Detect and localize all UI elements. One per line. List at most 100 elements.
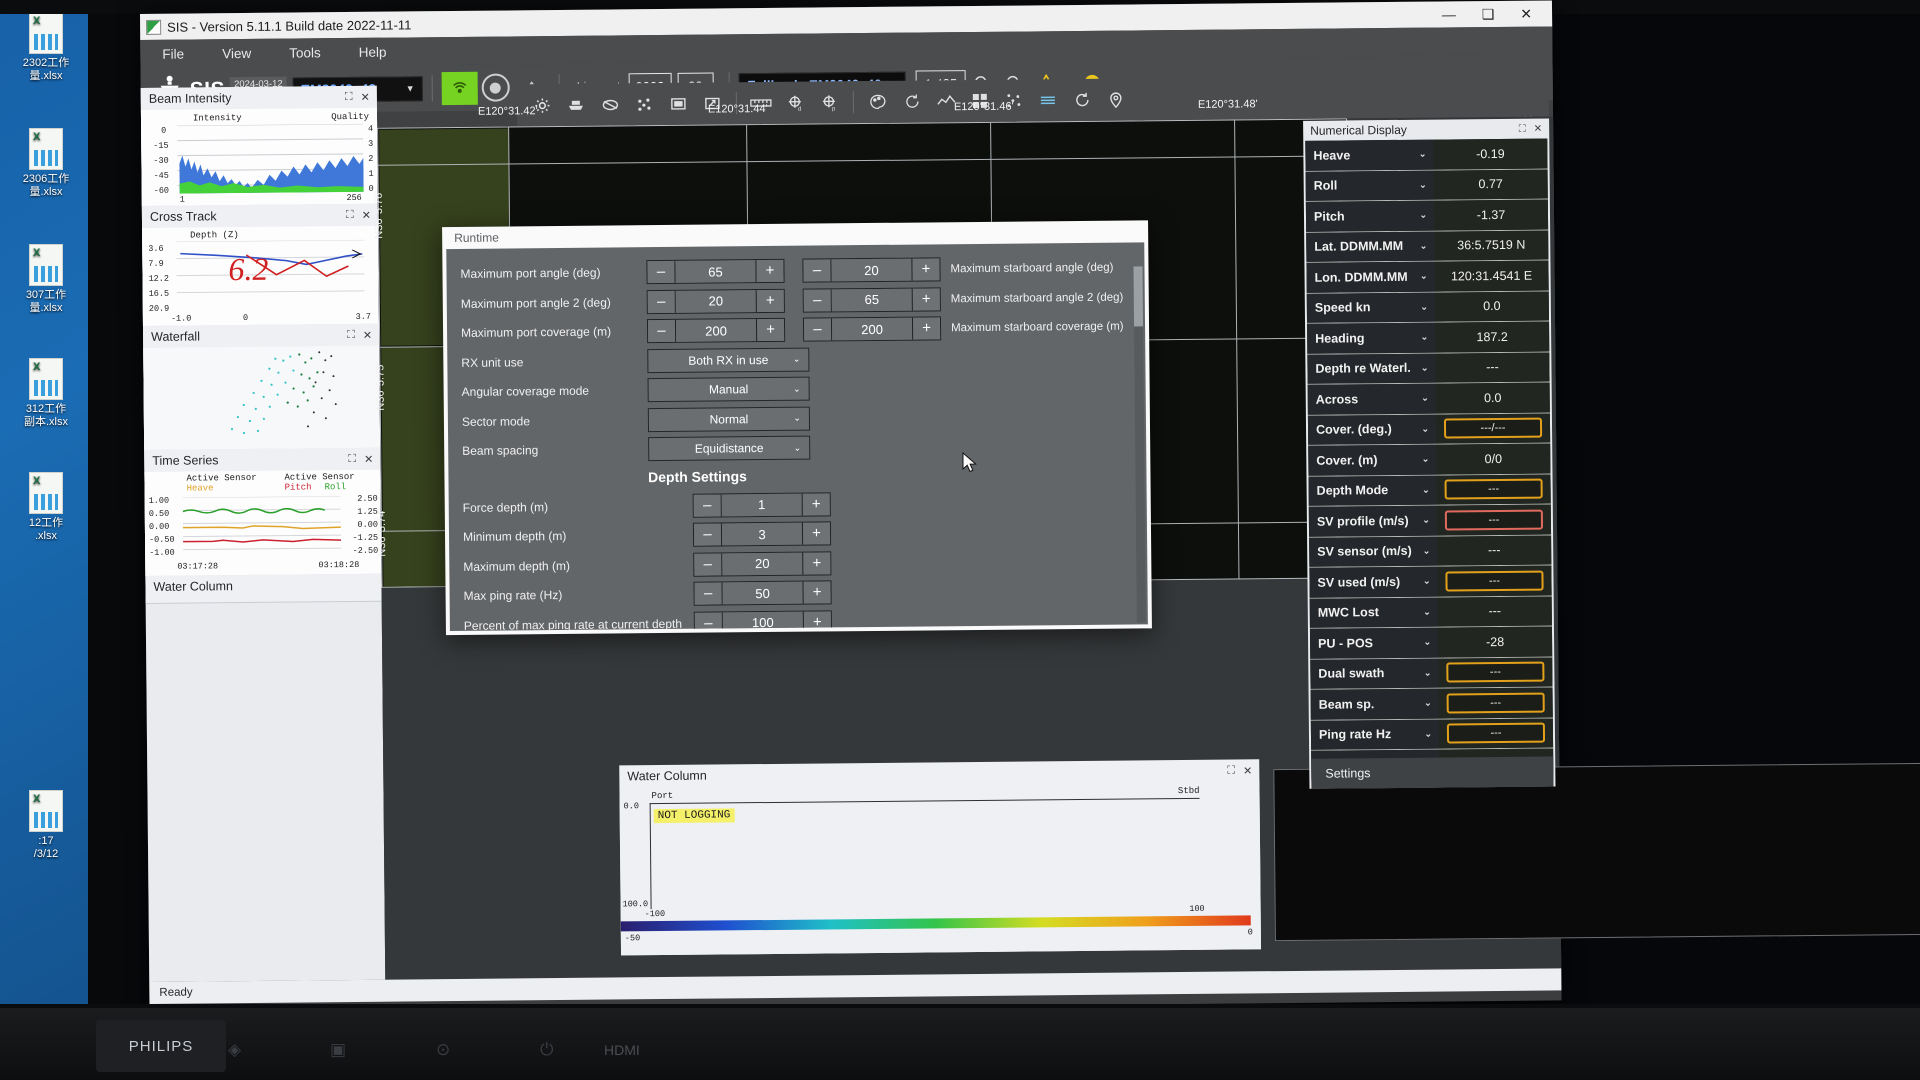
numerical-row-key[interactable]: Beam sp. ⌄	[1310, 688, 1439, 720]
desktop-icon-xlsx[interactable]: 2306工作 量.xlsx	[4, 128, 88, 199]
depth-value[interactable]: 50	[722, 581, 803, 605]
depth-value[interactable]: 1	[721, 493, 802, 517]
numerical-row-key[interactable]: Roll ⌄	[1305, 170, 1434, 201]
expand-icon[interactable]: ⛶	[346, 208, 354, 221]
rectangle-icon[interactable]	[661, 89, 695, 119]
runtime-select[interactable]: Normal ⌄	[647, 406, 811, 432]
starboard-spinner[interactable]: –200 +	[802, 316, 942, 342]
chevron-down-icon[interactable]: ⌄	[1419, 149, 1427, 160]
depth-spinner[interactable]: –100 +	[693, 610, 832, 632]
numerical-row-key[interactable]: Cover. (m) ⌄	[1308, 444, 1437, 476]
expand-icon[interactable]: ⛶	[345, 90, 353, 103]
chevron-down-icon[interactable]: ⌄	[1421, 423, 1429, 434]
close-button[interactable]: ✕	[1520, 5, 1532, 22]
decrement-button[interactable]: –	[803, 259, 832, 282]
depth-spinner[interactable]: –50 +	[693, 580, 832, 606]
scrollbar-thumb[interactable]	[1133, 266, 1144, 327]
numerical-row-key[interactable]: SV sensor (m/s) ⌄	[1309, 536, 1438, 567]
chevron-down-icon[interactable]: ⌄	[1419, 210, 1427, 221]
minimize-button[interactable]: —	[1442, 6, 1456, 23]
port-spinner[interactable]: –200 +	[646, 318, 786, 344]
numerical-row-key[interactable]: PU - POS ⌄	[1309, 627, 1439, 659]
expand-icon[interactable]: ⛶	[347, 328, 355, 341]
starboard-value[interactable]: 65	[831, 288, 912, 312]
close-icon[interactable]: ✕	[1534, 123, 1542, 134]
numerical-row-key[interactable]: Across ⌄	[1307, 383, 1436, 415]
port-value[interactable]: 200	[675, 319, 757, 343]
starboard-spinner[interactable]: –20 +	[802, 257, 941, 283]
position-marker-icon[interactable]: p	[812, 87, 846, 117]
runtime-select[interactable]: Both RX in use ⌄	[647, 347, 810, 373]
chevron-down-icon[interactable]: ⌄	[1422, 515, 1430, 526]
depth-marker-icon[interactable]: d	[778, 88, 812, 118]
numerical-row-key[interactable]: SV used (m/s) ⌄	[1309, 566, 1438, 598]
decrement-button[interactable]: –	[803, 289, 832, 312]
numerical-row-key[interactable]: Dual swath ⌄	[1310, 658, 1439, 689]
increment-button[interactable]: +	[755, 289, 784, 312]
chevron-down-icon[interactable]: ⌄	[1424, 667, 1432, 678]
decrement-button[interactable]: –	[694, 612, 723, 632]
numerical-row-key[interactable]: Depth Mode ⌄	[1308, 475, 1437, 506]
numerical-row-key[interactable]: Pitch ⌄	[1305, 200, 1435, 232]
increment-button[interactable]: +	[802, 611, 831, 632]
chevron-down-icon[interactable]: ⌄	[1421, 393, 1429, 404]
chevron-down-icon[interactable]: ⌄	[1419, 179, 1427, 190]
rotate-icon[interactable]	[1065, 85, 1099, 115]
menu-item-tools[interactable]: Tools	[289, 45, 321, 60]
increment-button[interactable]: +	[911, 288, 940, 311]
vessel-icon[interactable]	[559, 90, 593, 120]
starboard-value[interactable]: 200	[831, 317, 913, 341]
menu-item-view[interactable]: View	[222, 45, 251, 60]
decrement-button[interactable]: –	[693, 523, 723, 546]
secondary-view-panel[interactable]	[1273, 762, 1920, 942]
menu-item-file[interactable]: File	[162, 46, 184, 61]
depth-value[interactable]: 20	[722, 552, 803, 576]
desktop-icon-xlsx[interactable]: 312工作 副本.xlsx	[4, 358, 88, 429]
runtime-select[interactable]: Equidistance ⌄	[648, 435, 811, 462]
chevron-down-icon[interactable]: ⌄	[1420, 271, 1428, 282]
increment-button[interactable]: +	[755, 319, 785, 342]
expand-icon[interactable]: ⛶	[1519, 123, 1526, 134]
numerical-row-key[interactable]: Heave ⌄	[1305, 139, 1434, 171]
pinging-button[interactable]	[441, 71, 478, 105]
close-icon[interactable]: ✕	[364, 452, 373, 465]
increment-button[interactable]: +	[802, 581, 831, 604]
chevron-down-icon[interactable]: ⌄	[1424, 728, 1432, 739]
layers-icon[interactable]	[593, 89, 627, 119]
decrement-button[interactable]: –	[803, 318, 833, 341]
record-button[interactable]	[478, 71, 514, 104]
chevron-down-icon[interactable]: ⌄	[1423, 637, 1431, 648]
menu-item-help[interactable]: Help	[359, 44, 387, 59]
expand-icon[interactable]: ⛶	[348, 452, 356, 465]
chevron-down-icon[interactable]: ⌄	[1421, 332, 1429, 343]
numerical-row-key[interactable]: Depth re Waterl. ⌄	[1307, 353, 1436, 384]
close-icon[interactable]: ✕	[361, 90, 370, 103]
refresh-palette-icon[interactable]	[895, 86, 929, 116]
chevron-down-icon[interactable]: ⌄	[1423, 545, 1431, 556]
decrement-button[interactable]: –	[647, 320, 677, 343]
increment-button[interactable]: +	[801, 493, 830, 516]
numerical-row-key[interactable]: Heading ⌄	[1307, 322, 1436, 354]
runtime-select[interactable]: Manual ⌄	[647, 376, 810, 403]
scatter-icon[interactable]	[627, 89, 661, 119]
numerical-row-key[interactable]: Lon. DDMM.MM ⌄	[1306, 261, 1435, 293]
depth-spinner[interactable]: –1 +	[692, 492, 831, 518]
palette-icon[interactable]	[861, 87, 895, 117]
depth-spinner[interactable]: –3 +	[692, 521, 832, 547]
decrement-button[interactable]: –	[647, 261, 676, 284]
numerical-row-key[interactable]: Speed kn ⌄	[1306, 292, 1436, 323]
close-icon[interactable]: ✕	[363, 328, 372, 341]
expand-icon[interactable]: ⛶	[1227, 764, 1235, 777]
port-value[interactable]: 65	[675, 260, 756, 284]
chevron-down-icon[interactable]: ⌄	[1424, 698, 1432, 709]
increment-button[interactable]: +	[911, 258, 940, 281]
decrement-button[interactable]: –	[694, 553, 723, 576]
decrement-button[interactable]: –	[693, 494, 722, 517]
increment-button[interactable]: +	[755, 260, 784, 283]
increment-button[interactable]: +	[802, 552, 831, 575]
depth-spinner[interactable]: –20 +	[693, 551, 832, 577]
chevron-down-icon[interactable]: ⌄	[1420, 301, 1428, 312]
runtime-dialog[interactable]: Runtime Maximum port angle (deg) –65 + –20 +…	[442, 220, 1152, 636]
depth-value[interactable]: 3	[721, 522, 803, 546]
chevron-down-icon[interactable]: ⌄	[1422, 484, 1430, 495]
